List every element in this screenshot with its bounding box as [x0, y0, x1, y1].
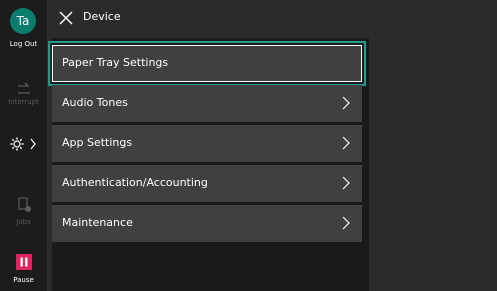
logout-label[interactable]: Log Out	[0, 40, 47, 48]
menu-item-audio-tones[interactable]: Audio Tones	[52, 85, 362, 122]
chevron-right-icon	[342, 216, 350, 230]
pause-button[interactable]	[0, 254, 47, 270]
close-icon[interactable]	[59, 11, 73, 25]
chevron-right-icon	[342, 96, 350, 110]
menu-item-app-settings[interactable]: App Settings	[52, 125, 362, 162]
menu-item-label: Audio Tones	[62, 96, 128, 109]
menu-item-label: Authentication/Accounting	[62, 176, 208, 189]
pause-label: Pause	[13, 276, 34, 284]
chevron-right-icon	[342, 176, 350, 190]
header-bar: Device	[47, 0, 497, 38]
menu-item-label: App Settings	[62, 136, 133, 149]
chevron-right-icon	[342, 136, 350, 150]
jobs-icon	[0, 197, 47, 213]
page-title: Device	[83, 10, 121, 23]
menu-item-paper-tray-settings[interactable]: Paper Tray Settings	[48, 41, 366, 86]
user-avatar[interactable]: Ta	[10, 8, 36, 34]
settings-gear-icon[interactable]	[0, 136, 47, 152]
menu-item-maintenance[interactable]: Maintenance	[52, 205, 362, 242]
menu-item-authentication-accounting[interactable]: Authentication/Accounting	[52, 165, 362, 202]
jobs-label: Jobs	[16, 218, 31, 226]
menu-item-label: Paper Tray Settings	[62, 56, 169, 69]
right-background	[369, 38, 497, 291]
left-rail: Ta Log Out Interrupt Jobs Pause	[0, 0, 47, 291]
menu-item-label: Maintenance	[62, 216, 133, 229]
interrupt-icon	[0, 82, 47, 96]
interrupt-label: Interrupt	[8, 98, 39, 106]
